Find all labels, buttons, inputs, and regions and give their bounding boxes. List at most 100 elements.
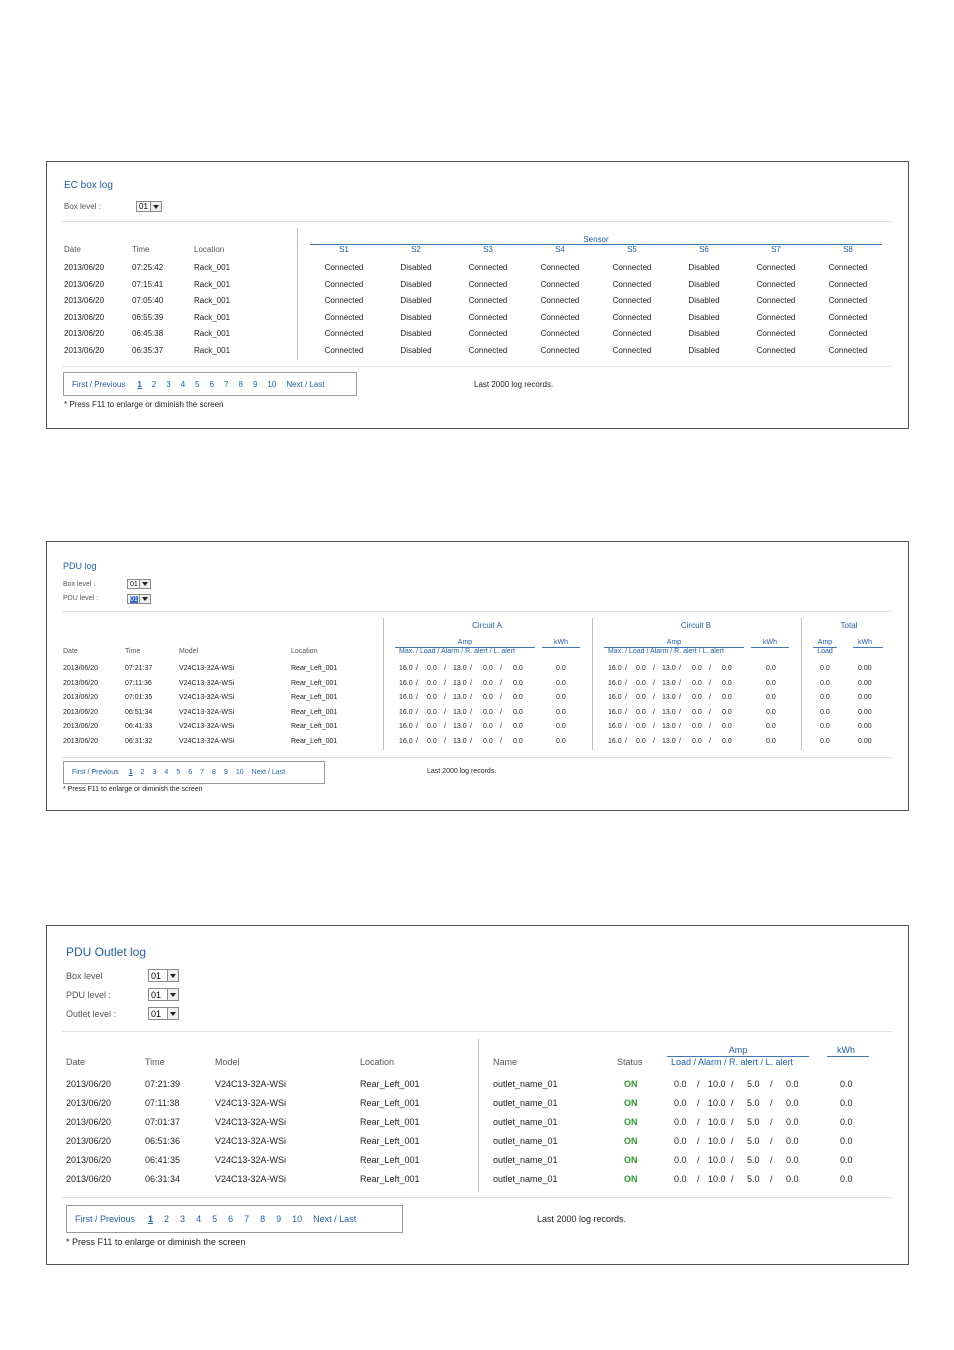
separator: /: [697, 1116, 700, 1127]
page-link-4[interactable]: 4: [164, 769, 168, 776]
separator: /: [444, 723, 446, 731]
amp-cell: 5.0: [747, 1173, 760, 1184]
page-link-9[interactable]: 9: [224, 769, 228, 776]
next-last-link[interactable]: Next / Last: [313, 1214, 356, 1224]
table-row: 2013/06/20 06:41:35 V24C13-32A-WSi Rear_Lef…: [47, 1155, 907, 1167]
separator: /: [653, 738, 655, 745]
page-link-1[interactable]: 1: [137, 380, 141, 389]
page-link-2[interactable]: 2: [152, 380, 156, 389]
sensor-cell: Connected: [540, 312, 580, 322]
date-cell: 2013/06/20: [66, 1097, 112, 1108]
page-link-5[interactable]: 5: [176, 769, 180, 776]
next-last-link[interactable]: Next / Last: [286, 380, 324, 389]
date-cell: 2013/06/20: [64, 296, 105, 305]
first-previous-link[interactable]: First / Previous: [72, 380, 125, 389]
pagination: First / Previous 1 2 3 4 5 6 7 8 9 10 Next / Last: [66, 1205, 403, 1233]
sensor-group-header: Sensor: [583, 235, 609, 244]
circuit-b-kwh-cell: 0.0: [766, 679, 776, 687]
circuit-b-amp-cell: 0.0: [692, 723, 702, 731]
box-level-label: Box level :: [63, 581, 96, 588]
time-cell: 06:41:35: [145, 1154, 181, 1165]
page-link-6[interactable]: 6: [228, 1214, 233, 1224]
page-link-3[interactable]: 3: [153, 769, 157, 776]
next-last-link[interactable]: Next / Last: [252, 769, 285, 776]
sensor-cell: Connected: [540, 345, 580, 355]
chevron-down-icon[interactable]: [167, 1008, 178, 1019]
page-link-2[interactable]: 2: [164, 1214, 169, 1224]
page-link-8[interactable]: 8: [260, 1214, 265, 1224]
amp-cell: 10.0: [708, 1135, 726, 1146]
first-previous-link[interactable]: First / Previous: [72, 769, 119, 776]
page-link-10[interactable]: 10: [236, 769, 244, 776]
page-link-1[interactable]: 1: [148, 1214, 153, 1224]
pdu-level-select[interactable]: 01: [148, 988, 179, 1001]
page-link-7[interactable]: 7: [200, 769, 204, 776]
pdu-level-value: 01: [151, 989, 162, 1000]
page-link-8[interactable]: 8: [239, 380, 243, 389]
sensor-cell: Connected: [468, 279, 508, 289]
page-link-1[interactable]: 1: [129, 769, 133, 776]
circuit-a-kwh-cell: 0.0: [556, 738, 566, 745]
page-link-3[interactable]: 3: [180, 1214, 185, 1224]
chevron-down-icon[interactable]: [139, 595, 150, 603]
page-link-7[interactable]: 7: [224, 380, 228, 389]
page-link-5[interactable]: 5: [195, 380, 199, 389]
separator: /: [500, 665, 502, 672]
total-kwh-cell: 0.00: [858, 679, 872, 687]
separator: /: [444, 738, 446, 745]
page-link-8[interactable]: 8: [212, 769, 216, 776]
chevron-down-icon[interactable]: [167, 970, 178, 981]
column-header-location: Location: [291, 648, 318, 655]
divider: [62, 366, 892, 367]
circuit-a-kwh-cell: 0.0: [556, 679, 566, 687]
circuit-b-amp-cell: 13.0: [662, 723, 676, 731]
page-link-3[interactable]: 3: [166, 380, 170, 389]
separator: /: [470, 738, 472, 745]
outlet-level-select[interactable]: 01: [148, 1007, 179, 1020]
sensor-cell: Connected: [612, 296, 652, 305]
page-link-6[interactable]: 6: [210, 380, 214, 389]
page-link-5[interactable]: 5: [212, 1214, 217, 1224]
box-level-select[interactable]: 01: [127, 579, 151, 589]
sensor-header-s6: S6: [699, 245, 709, 254]
circuit-b-amp-subheader: Max. / Load / Alarm / R. alert / L. aler…: [608, 648, 724, 655]
column-header-status: Status: [617, 1057, 643, 1067]
page-link-2[interactable]: 2: [141, 769, 145, 776]
box-level-value: 01: [139, 202, 148, 211]
page-link-7[interactable]: 7: [244, 1214, 249, 1224]
chevron-down-icon[interactable]: [167, 989, 178, 1000]
pdu-log-title: PDU log: [63, 561, 97, 571]
separator: /: [625, 723, 627, 731]
box-level-select[interactable]: 01: [136, 201, 162, 212]
time-cell: 06:41:33: [125, 723, 153, 731]
first-previous-link[interactable]: First / Previous: [75, 1214, 135, 1224]
page-link-9[interactable]: 9: [276, 1214, 281, 1224]
sensor-cell: Connected: [612, 345, 652, 355]
page-link-4[interactable]: 4: [196, 1214, 201, 1224]
status-badge: ON: [624, 1135, 638, 1146]
chevron-down-icon[interactable]: [150, 202, 161, 211]
date-cell: 2013/06/20: [63, 738, 99, 745]
page-link-9[interactable]: 9: [253, 380, 257, 389]
ec-box-log-panel: EC box log Box level : 01 Date Time Loca…: [46, 161, 909, 429]
total-load-cell: 0.0: [820, 708, 830, 716]
pdu-level-select[interactable]: 01: [127, 594, 151, 604]
box-level-label: Box level: [66, 971, 103, 981]
amp-cell: 0.0: [674, 1154, 687, 1165]
pdu-level-label: PDU level :: [66, 990, 112, 1000]
separator: /: [444, 665, 446, 672]
circuit-b-kwh-cell: 0.0: [766, 723, 776, 731]
sensor-cell: Connected: [828, 296, 868, 305]
page-link-4[interactable]: 4: [181, 380, 185, 389]
page-link-10[interactable]: 10: [292, 1214, 302, 1224]
page-link-6[interactable]: 6: [188, 769, 192, 776]
circuit-a-amp-cell: 0.0: [483, 665, 493, 672]
sensor-cell: Connected: [324, 263, 364, 272]
circuit-b-amp-cell: 16.0: [608, 665, 622, 672]
circuit-a-amp-cell: 0.0: [513, 723, 523, 731]
circuit-b-amp-cell: 16.0: [608, 738, 622, 745]
chevron-down-icon[interactable]: [139, 580, 150, 588]
page-link-10[interactable]: 10: [267, 380, 276, 389]
box-level-select[interactable]: 01: [148, 969, 179, 982]
table-row: 2013/06/20 07:05:40 Rack_001 Connected Disab…: [47, 296, 907, 308]
